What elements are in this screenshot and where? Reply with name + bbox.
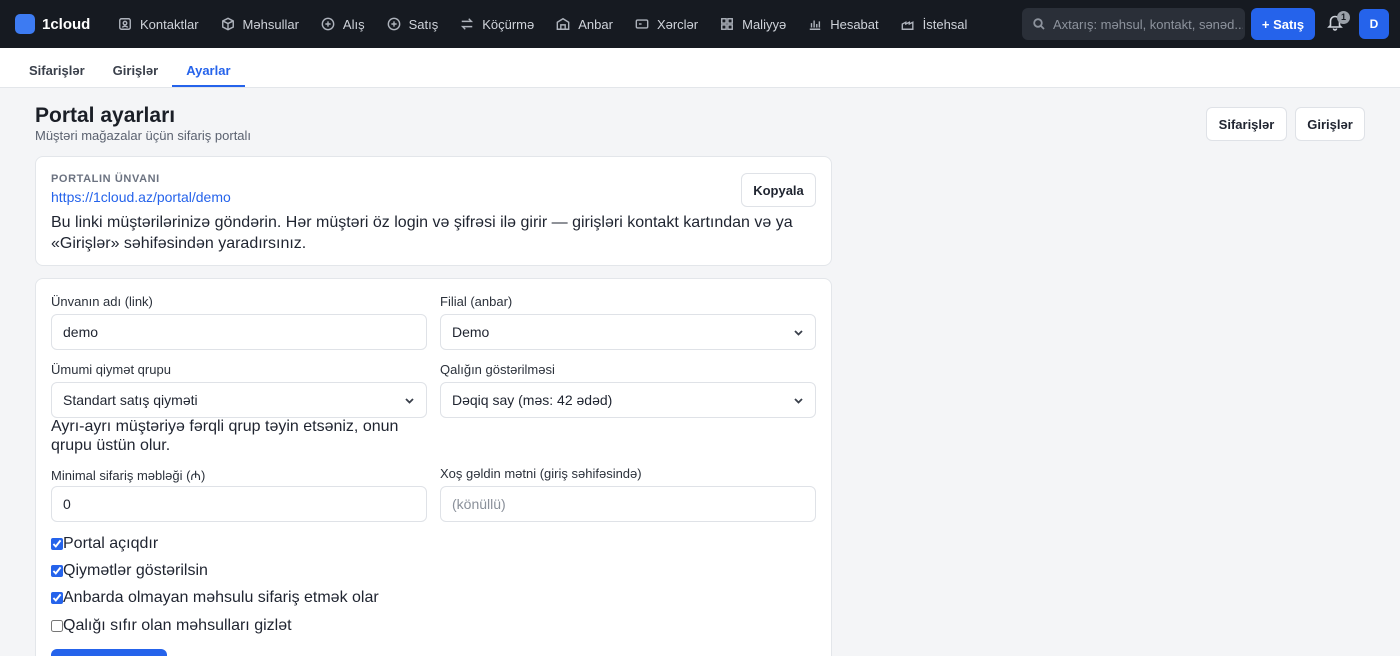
- logins-button[interactable]: Girişlər: [1295, 107, 1365, 141]
- page-subtitle: Müştəri mağazalar üçün sifariş portalı: [35, 128, 252, 143]
- nav-item-contacts[interactable]: Kontaktlar: [107, 0, 210, 48]
- price-group-hint: Ayrı-ayrı müştəriyə fərqli qrup təyin et…: [51, 418, 399, 454]
- orders-button[interactable]: Sifarişlər: [1206, 107, 1287, 141]
- nav-item-purchase[interactable]: Alış: [310, 0, 376, 48]
- chevron-down-icon: [794, 330, 803, 336]
- hide-zero-stock-label: Qalığı sıfır olan məhsulları gizlət: [63, 617, 292, 634]
- nav-item-label: Maliyyə: [742, 16, 787, 32]
- branch-select-value: Demo: [452, 324, 490, 340]
- welcome-text-label: Xoş gəldin mətni (giriş səhifəsində): [440, 466, 642, 481]
- plus-circle-icon: [387, 17, 400, 31]
- stock-display-select[interactable]: Dəqiq say (məs: 42 ədəd): [440, 382, 816, 418]
- brand-name: 1cloud: [42, 15, 91, 33]
- portal-settings-form: Ünvanın adı (link) Filial (anbar) Demo Ü…: [35, 278, 832, 656]
- nav-item-finance[interactable]: Maliyyə: [709, 0, 797, 48]
- nav-item-warehouse[interactable]: Anbar: [545, 0, 624, 48]
- save-button[interactable]: [51, 649, 167, 656]
- stock-display-select-value: Dəqiq say (məs: 42 ədəd): [452, 392, 613, 408]
- price-group-label: Ümumi qiymət qrupu: [51, 362, 171, 377]
- search-box[interactable]: [1022, 8, 1245, 40]
- nav-item-label: Kontaktlar: [140, 16, 199, 32]
- portal-open-checkbox[interactable]: [51, 538, 63, 550]
- main-nav: Kontaktlar Məhsullar Alış Satış Köçürmə …: [107, 0, 1020, 48]
- nav-item-production[interactable]: İstehsal: [890, 0, 979, 48]
- min-order-label: Minimal sifariş məbləği (₼): [51, 468, 206, 483]
- nav-item-sales[interactable]: Satış: [376, 0, 450, 48]
- nav-item-transfer[interactable]: Köçürmə: [449, 0, 545, 48]
- price-group-select-value: Standart satış qiyməti: [63, 392, 198, 408]
- copy-button[interactable]: Kopyala: [741, 173, 816, 207]
- new-sale-button[interactable]: + Satış: [1251, 8, 1315, 40]
- tab-settings[interactable]: Ayarlar: [172, 52, 245, 87]
- slug-label: Ünvanın adı (link): [51, 294, 153, 309]
- brand-logo-icon: [15, 14, 35, 34]
- branch-select[interactable]: Demo: [440, 314, 816, 350]
- nav-item-label: İstehsal: [922, 16, 968, 32]
- portal-url-label: PORTALIN ÜNVANI: [51, 173, 160, 185]
- transfer-icon: [461, 18, 474, 30]
- allow-out-of-stock-checkbox-row[interactable]: Anbarda olmayan məhsulu sifariş etmək ol…: [51, 589, 379, 607]
- nav-item-label: Alış: [342, 16, 365, 32]
- slug-input[interactable]: [51, 314, 427, 350]
- nav-item-label: Satış: [408, 16, 439, 32]
- allow-out-of-stock-label: Anbarda olmayan məhsulu sifariş etmək ol…: [63, 589, 379, 606]
- tab-orders[interactable]: Sifarişlər: [15, 52, 99, 87]
- portal-url-card: PORTALIN ÜNVANI https://1cloud.az/portal…: [35, 156, 832, 266]
- plus-circle-icon: [321, 17, 335, 31]
- hide-zero-stock-checkbox-row[interactable]: Qalığı sıfır olan məhsulları gizlət: [51, 617, 292, 635]
- nav-item-label: Hesabat: [830, 16, 879, 32]
- warehouse-icon: [556, 17, 570, 30]
- stock-display-label: Qalığın göstərilməsi: [440, 362, 555, 377]
- contacts-icon: [119, 18, 131, 30]
- tab-logins[interactable]: Girişlər: [99, 52, 173, 87]
- show-prices-checkbox-row[interactable]: Qiymətlər göstərilsin: [51, 562, 208, 580]
- portal-open-checkbox-row[interactable]: Portal açıqdır: [51, 535, 158, 553]
- nav-item-products[interactable]: Məhsullar: [210, 0, 310, 48]
- box-icon: [221, 17, 234, 31]
- page-title: Portal ayarları: [35, 104, 176, 127]
- top-navbar: 1cloud Kontaktlar Məhsullar Alış Satış K…: [0, 0, 1400, 48]
- portal-url-note: Bu linki müştərilərinizə göndərin. Hər m…: [51, 214, 793, 252]
- wallet-icon: [635, 19, 649, 29]
- chevron-down-icon: [794, 398, 803, 404]
- portal-open-label: Portal açıqdır: [63, 535, 159, 552]
- nav-item-label: Xərclər: [656, 16, 699, 32]
- show-prices-label: Qiymətlər göstərilsin: [63, 562, 208, 579]
- min-order-input[interactable]: [51, 486, 427, 522]
- nav-item-label: Məhsullar: [242, 16, 299, 32]
- allow-out-of-stock-checkbox[interactable]: [51, 592, 63, 604]
- welcome-text-input[interactable]: [440, 486, 816, 522]
- nav-item-label: Köçürmə: [482, 16, 535, 32]
- price-group-select[interactable]: Standart satış qiyməti: [51, 382, 427, 418]
- notifications-button[interactable]: 1: [1326, 11, 1350, 35]
- hide-zero-stock-checkbox[interactable]: [51, 620, 63, 632]
- chevron-down-icon: [405, 398, 414, 404]
- nav-item-label: Anbar: [578, 16, 613, 32]
- brand[interactable]: 1cloud: [15, 14, 103, 34]
- sub-tabs: Sifarişlər Girişlər Ayarlar: [0, 48, 1400, 88]
- nav-item-reports[interactable]: Hesabat: [797, 0, 889, 48]
- user-avatar[interactable]: D: [1359, 9, 1389, 39]
- search-input[interactable]: [1053, 16, 1243, 32]
- portal-url-link[interactable]: https://1cloud.az/portal/demo: [51, 189, 231, 205]
- grid-icon: [721, 18, 734, 30]
- search-icon: [1033, 18, 1045, 30]
- nav-item-expenses[interactable]: Xərclər: [624, 0, 709, 48]
- bar-chart-icon: [809, 20, 821, 30]
- branch-label: Filial (anbar): [440, 294, 513, 309]
- show-prices-checkbox[interactable]: [51, 565, 63, 577]
- factory-icon: [901, 21, 914, 30]
- notification-count-badge: 1: [1337, 11, 1350, 24]
